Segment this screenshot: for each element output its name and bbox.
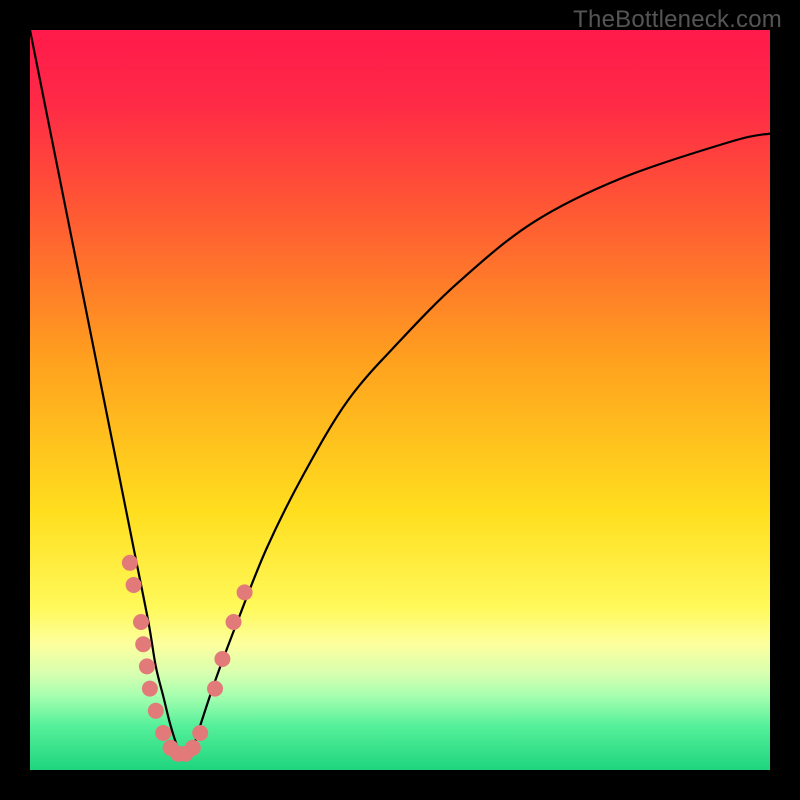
plot-area	[30, 30, 770, 770]
data-point-marker	[155, 725, 171, 741]
watermark-text: TheBottleneck.com	[573, 6, 782, 34]
data-point-marker	[214, 651, 230, 667]
data-point-marker	[135, 636, 151, 652]
data-point-marker	[126, 577, 142, 593]
chart-frame: TheBottleneck.com	[0, 0, 800, 800]
data-point-marker	[226, 614, 242, 630]
data-point-marker	[237, 584, 253, 600]
data-point-marker	[207, 681, 223, 697]
data-point-marker	[133, 614, 149, 630]
data-point-marker	[139, 658, 155, 674]
gradient-background	[30, 30, 770, 770]
data-point-marker	[142, 681, 158, 697]
data-point-marker	[148, 703, 164, 719]
chart-svg	[30, 30, 770, 770]
data-point-marker	[185, 740, 201, 756]
data-point-marker	[192, 725, 208, 741]
data-point-marker	[122, 555, 138, 571]
